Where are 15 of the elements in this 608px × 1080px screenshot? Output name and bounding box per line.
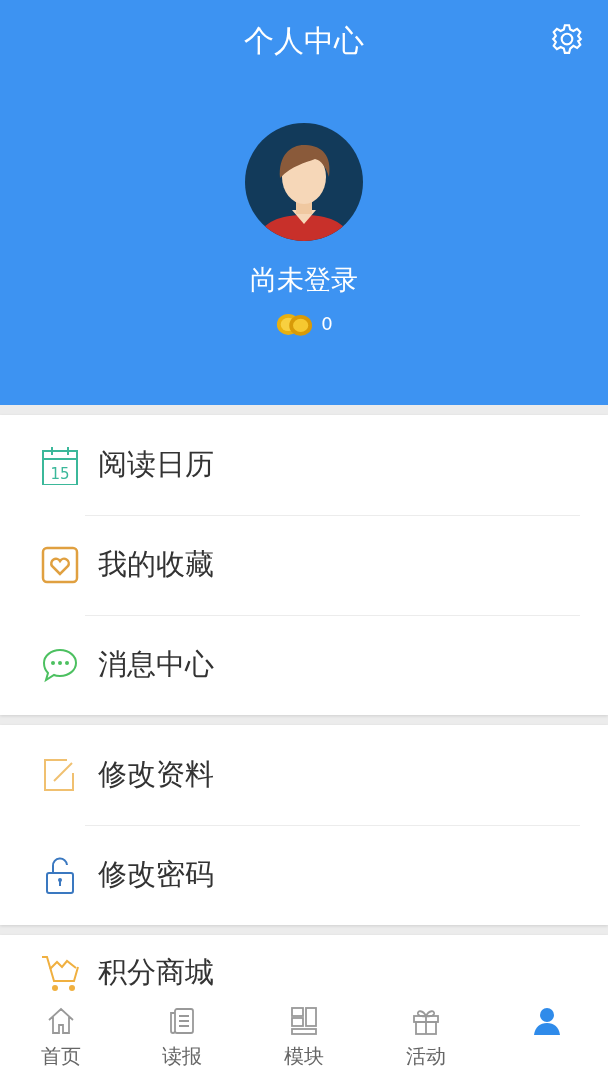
menu-item[interactable]: 修改资料: [0, 725, 608, 825]
coin-count: 0: [321, 313, 333, 334]
menu-item[interactable]: 15 阅读日历: [0, 415, 608, 515]
tab[interactable]: 活动: [364, 995, 487, 1080]
tab[interactable]: 模块: [243, 995, 365, 1080]
menu-item[interactable]: 积分商城: [0, 935, 608, 995]
tab[interactable]: 首页: [0, 995, 122, 1080]
page-title: 个人中心: [244, 21, 364, 60]
menu-item[interactable]: 消息中心: [0, 615, 608, 715]
avatar-icon[interactable]: [244, 122, 364, 242]
settings-icon[interactable]: [550, 22, 584, 56]
menu-item[interactable]: 我的收藏: [0, 515, 608, 615]
grid-icon: [288, 1005, 320, 1037]
menu-item[interactable]: 修改密码: [0, 825, 608, 925]
tab[interactable]: 读报: [121, 995, 244, 1080]
